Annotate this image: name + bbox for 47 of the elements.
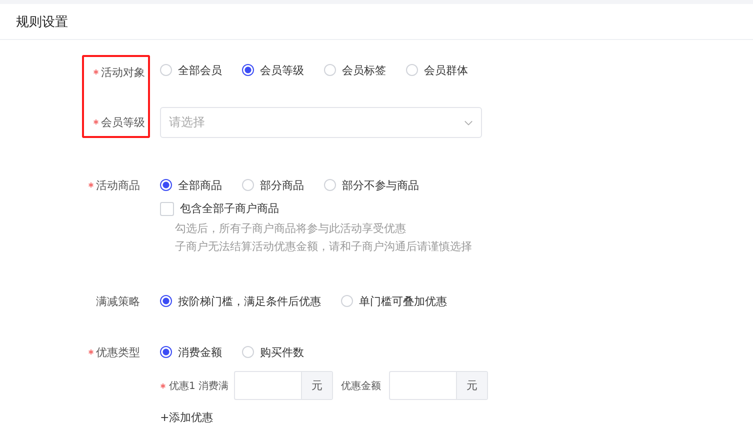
field-label: 满减策略 [96, 294, 140, 308]
section-title: 规则设置 [16, 14, 68, 30]
radio-option[interactable]: 单门槛可叠加优惠 [341, 294, 447, 308]
option-label: 全部商品 [178, 178, 222, 192]
radio-option[interactable]: 会员群体 [406, 62, 468, 78]
option-label: 会员标签 [342, 62, 386, 78]
amount-input[interactable]: 元 [234, 371, 333, 400]
radio-option[interactable]: 会员标签 [324, 62, 386, 78]
required-icon [88, 349, 94, 355]
hint-text: 子商户无法结算活动优惠金额，请和子商户沟通后请谨慎选择 [175, 239, 472, 255]
required-icon [93, 119, 99, 125]
radio-option[interactable]: 部分不参与商品 [324, 178, 419, 192]
option-label: 全部会员 [178, 62, 222, 78]
tier-label: 优惠1 消费满 [169, 380, 229, 392]
discount-input[interactable]: 元 [389, 371, 488, 400]
checkbox-label: 包含全部子商户商品 [180, 201, 279, 216]
radio-icon[interactable] [160, 346, 172, 358]
option-label: 会员等级 [260, 62, 304, 78]
checkbox-option[interactable]: 包含全部子商户商品 [160, 201, 279, 216]
option-label: 会员群体 [424, 62, 468, 78]
field-label: 优惠类型 [96, 344, 140, 360]
radio-option[interactable]: 全部会员 [160, 62, 222, 78]
option-label: 部分商品 [260, 178, 304, 192]
required-icon [93, 69, 99, 75]
radio-icon[interactable] [160, 295, 172, 307]
radio-option[interactable]: 全部商品 [160, 178, 222, 192]
radio-option[interactable]: 消费金额 [160, 344, 222, 360]
radio-icon[interactable] [160, 179, 172, 191]
option-label: 部分不参与商品 [342, 178, 419, 192]
option-label: 购买件数 [260, 344, 304, 360]
chevron-down-icon [464, 120, 473, 126]
unit-label: 元 [456, 372, 487, 399]
radio-option[interactable]: 购买件数 [242, 344, 304, 360]
unit-label: 元 [301, 372, 332, 399]
required-icon [88, 182, 94, 188]
field-label: 活动对象 [101, 64, 145, 80]
hint-text: 勾选后，所有子商户商品将参与此活动享受优惠 [175, 221, 407, 237]
option-label: 单门槛可叠加优惠 [359, 294, 447, 308]
radio-option[interactable]: 部分商品 [242, 178, 304, 192]
discount-label: 优惠金额 [341, 380, 381, 392]
option-label: 消费金额 [178, 344, 222, 360]
add-discount-link[interactable]: +添加优惠 [160, 410, 214, 425]
radio-icon[interactable] [242, 64, 254, 76]
checkbox[interactable] [160, 202, 174, 216]
field-label: 活动商品 [96, 178, 140, 192]
radio-option[interactable]: 会员等级 [242, 62, 304, 78]
field-label: 会员等级 [101, 114, 145, 130]
